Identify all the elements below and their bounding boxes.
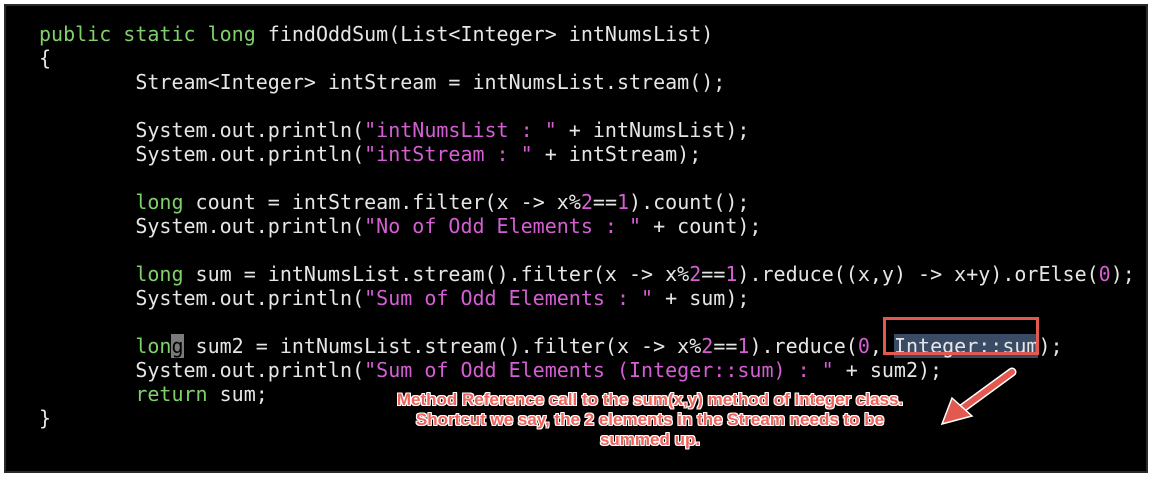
code-token: 2 <box>580 190 593 214</box>
code-token: ); <box>1110 262 1135 286</box>
code-token: ).reduce((x,y) -> x+y).orElse( <box>737 262 1099 286</box>
code-line: System.out.println("intStream : " + intS… <box>39 142 1135 166</box>
code-token: "intStream : " <box>364 142 533 166</box>
code-line: long sum = intNumsList.stream().filter(x… <box>39 262 1135 286</box>
code-token: lon <box>135 334 172 358</box>
code-line: public static long findOddSum(List<Integ… <box>39 22 1135 46</box>
code-token: System.out.println( <box>39 142 365 166</box>
code-token: sum2 = intNumsList.stream().filter(x -> … <box>183 334 702 358</box>
code-token: ).count(); <box>629 190 750 214</box>
annotation-callout: Method Reference call to the sum(x,y) me… <box>350 390 950 450</box>
code-token: ); <box>1038 334 1063 358</box>
code-token: Stream<Integer> intStream = intNumsList.… <box>39 70 726 94</box>
code-line: System.out.println("intNumsList : " + in… <box>39 118 1135 142</box>
code-token: + count); <box>641 214 762 238</box>
code-token: == <box>592 190 617 214</box>
highlight-box <box>883 317 1039 355</box>
code-token: sum = intNumsList.stream().filter(x -> x… <box>183 262 690 286</box>
code-token: System.out.println( <box>39 118 365 142</box>
code-token: findOddSum(List<Integer> intNumsList) <box>267 22 714 46</box>
code-token: return <box>135 382 208 406</box>
code-line: { <box>39 46 1135 70</box>
code-token: + sum2); <box>833 358 943 382</box>
code-token: 2 <box>701 334 714 358</box>
code-token: 2 <box>689 262 702 286</box>
code-token: 0 <box>1098 262 1111 286</box>
code-line: System.out.println("No of Odd Elements :… <box>39 214 1135 238</box>
code-token: "Sum of Odd Elements : " <box>364 286 654 310</box>
code-token: ).reduce( <box>749 334 858 358</box>
callout-line-2: Shortcut we say, the 2 elements in the S… <box>415 410 885 429</box>
code-token: "Sum of Odd Elements (Integer::sum) : " <box>364 358 834 382</box>
code-token: System.out.println( <box>39 214 365 238</box>
callout-line-3: summed up. <box>599 430 701 449</box>
code-line: long count = intStream.filter(x -> x%2==… <box>39 190 1135 214</box>
code-token: System.out.println( <box>39 286 365 310</box>
code-token: 1 <box>725 262 738 286</box>
code-token: == <box>701 262 726 286</box>
code-token: long <box>135 190 184 214</box>
code-token: { <box>39 46 52 70</box>
code-token: + intStream); <box>532 142 702 166</box>
code-token: 1 <box>617 190 630 214</box>
code-token: sum; <box>207 382 268 406</box>
code-token: + sum); <box>653 286 750 310</box>
text-cursor: g <box>171 334 184 358</box>
code-token: "No of Odd Elements : " <box>364 214 642 238</box>
code-line: Stream<Integer> intStream = intNumsList.… <box>39 70 1135 94</box>
code-token: 0 <box>857 334 870 358</box>
code-line: System.out.println("Sum of Odd Elements … <box>39 286 1135 310</box>
code-token: } <box>39 406 52 430</box>
code-token: + intNumsList); <box>556 118 750 142</box>
code-token: == <box>713 334 738 358</box>
code-token: System.out.println( <box>39 358 365 382</box>
code-token: 1 <box>737 334 750 358</box>
code-token: long <box>135 262 184 286</box>
callout-line-1: Method Reference call to the sum(x,y) me… <box>396 390 904 409</box>
code-token: count = intStream.filter(x -> x% <box>183 190 581 214</box>
code-token: public static long <box>39 22 268 46</box>
code-token: "intNumsList : " <box>364 118 557 142</box>
